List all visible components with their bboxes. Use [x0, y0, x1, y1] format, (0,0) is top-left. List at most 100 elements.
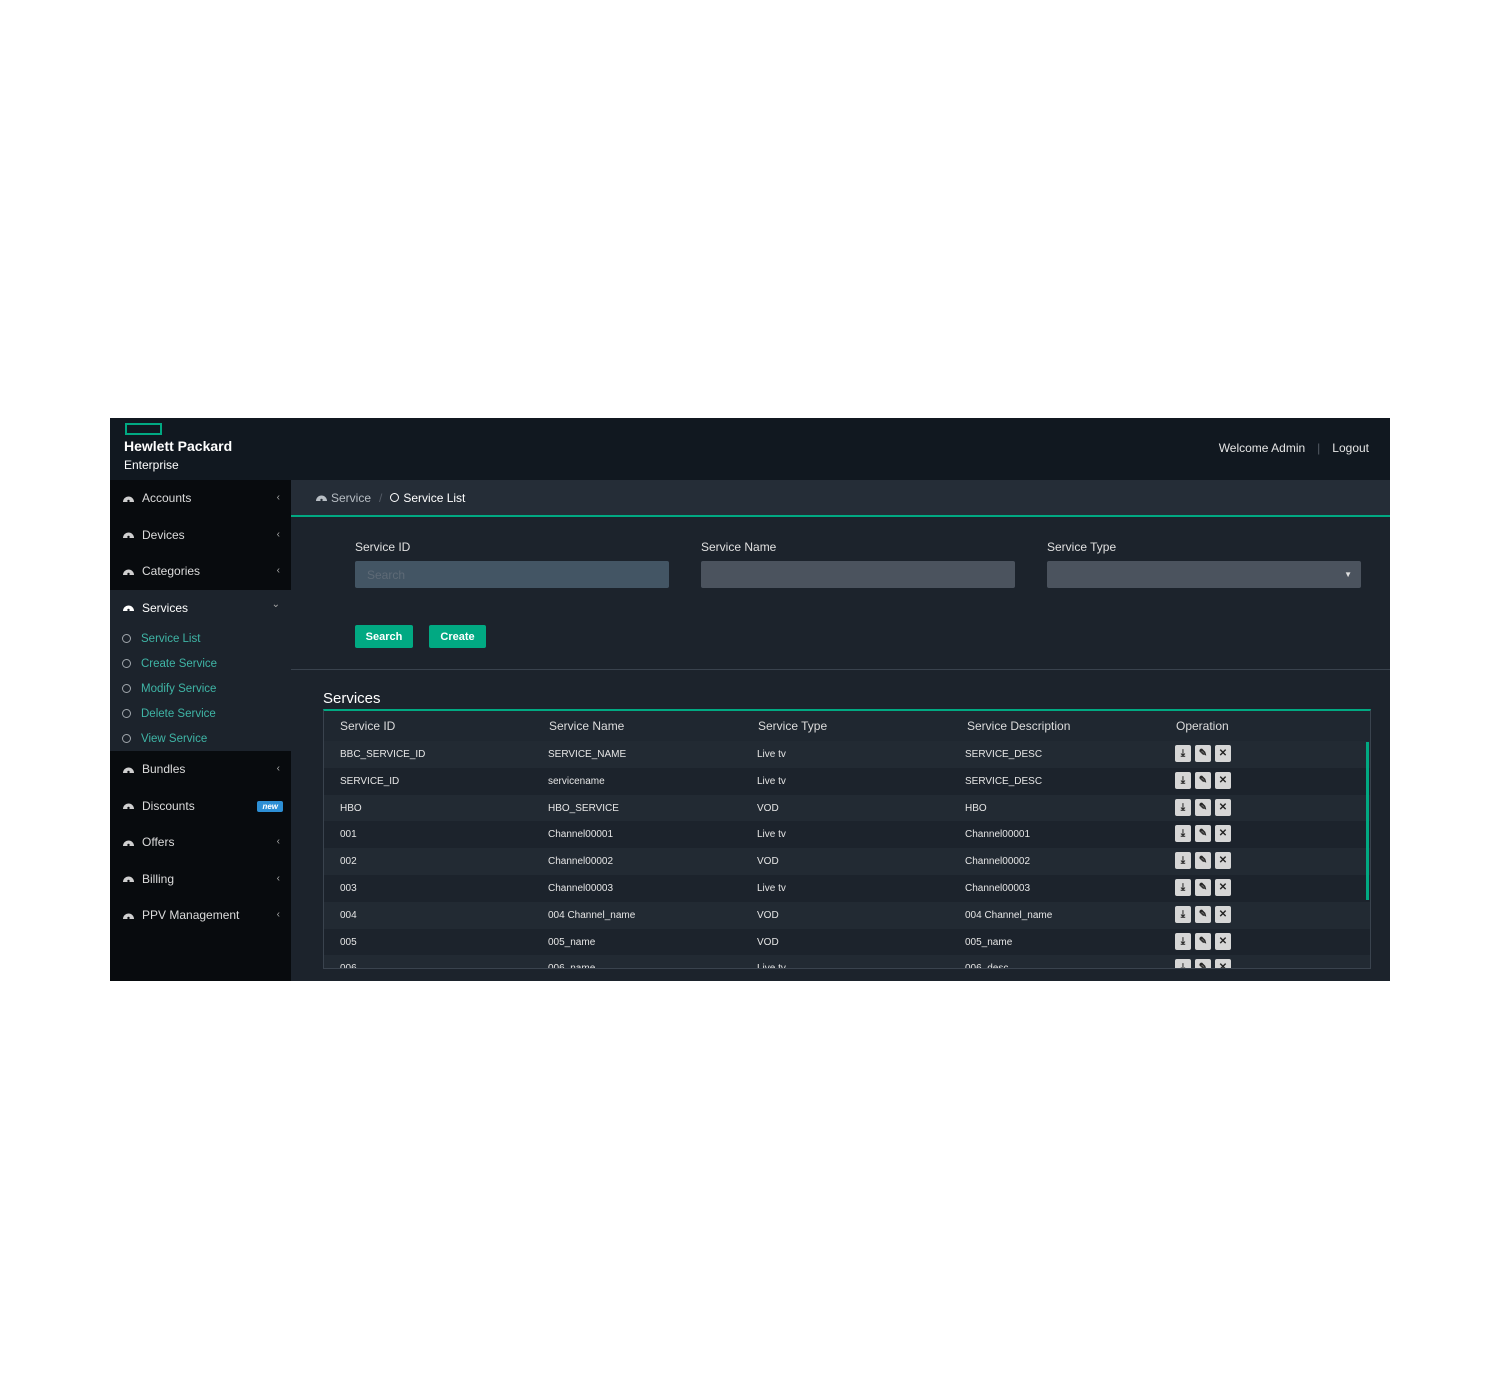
sidebar-item-label: Devices — [142, 527, 185, 542]
cell-service-name: Channel00002 — [548, 856, 614, 868]
service-name-label: Service Name — [701, 540, 777, 554]
dashboard-icon — [316, 495, 327, 502]
edit-icon[interactable]: ✎ — [1195, 905, 1211, 923]
table-row: 002 Channel00002 VOD Channel00002 ⤓ ✎ ✕ — [324, 848, 1370, 875]
submenu-item-view-service[interactable]: View Service — [110, 726, 291, 751]
column-header-service-name[interactable]: Service Name — [549, 719, 624, 733]
chevron-left-icon: ‹ — [276, 872, 280, 884]
download-icon[interactable]: ⤓ — [1175, 798, 1191, 816]
submenu-item-label: View Service — [141, 732, 208, 745]
service-type-label: Service Type — [1047, 540, 1117, 554]
cell-service-type: VOD — [757, 802, 779, 814]
sidebar-item-bundles[interactable]: Bundles ‹ — [110, 751, 291, 788]
cell-service-description: 005_name — [965, 936, 1013, 948]
sidebar-item-billing[interactable]: Billing ‹ — [110, 861, 291, 898]
download-icon[interactable]: ⤓ — [1175, 959, 1191, 968]
download-icon[interactable]: ⤓ — [1175, 932, 1191, 950]
delete-icon[interactable]: ✕ — [1215, 852, 1231, 870]
download-icon[interactable]: ⤓ — [1175, 878, 1191, 896]
row-operations: ⤓ ✎ ✕ — [1175, 745, 1231, 762]
delete-icon[interactable]: ✕ — [1215, 745, 1231, 762]
cell-service-type: VOD — [757, 909, 779, 921]
cell-service-name: SERVICE_NAME — [548, 749, 627, 760]
table-scrollbar[interactable] — [1366, 742, 1369, 900]
breadcrumb-current: Service List — [390, 491, 465, 505]
cell-service-id: 002 — [340, 856, 357, 868]
submenu-item-create-service[interactable]: Create Service — [110, 651, 291, 676]
top-bar: Hewlett Packard Enterprise Welcome Admin… — [110, 418, 1390, 480]
brand-subtitle: Enterprise — [124, 458, 179, 472]
download-icon[interactable]: ⤓ — [1175, 825, 1191, 843]
submenu-item-service-list[interactable]: Service List — [110, 626, 291, 651]
cell-service-type: Live tv — [757, 963, 786, 969]
sidebar-item-label: Accounts — [142, 491, 192, 506]
column-header-service-type[interactable]: Service Type — [758, 719, 827, 733]
cell-service-id: 005 — [340, 936, 357, 948]
delete-icon[interactable]: ✕ — [1215, 798, 1231, 816]
sidebar-item-devices[interactable]: Devices ‹ — [110, 517, 291, 554]
user-area: Welcome Admin | Logout — [1219, 441, 1369, 455]
submenu-item-delete-service[interactable]: Delete Service — [110, 701, 291, 726]
cell-service-name: 006_name — [548, 963, 596, 969]
column-header-service-id[interactable]: Service ID — [340, 719, 395, 733]
delete-icon[interactable]: ✕ — [1215, 905, 1231, 923]
service-name-input[interactable] — [701, 561, 1015, 588]
chevron-left-icon: ‹ — [276, 909, 280, 920]
edit-icon[interactable]: ✎ — [1195, 798, 1211, 816]
create-button[interactable]: Create — [429, 625, 486, 648]
cell-service-id: 006 — [340, 963, 357, 969]
edit-icon[interactable]: ✎ — [1195, 745, 1211, 762]
sidebar-item-label: Services — [142, 600, 189, 615]
cell-service-type: Live tv — [757, 829, 786, 841]
circle-icon — [122, 709, 131, 718]
row-operations: ⤓ ✎ ✕ — [1175, 905, 1231, 923]
sidebar-item-label: Billing — [142, 871, 175, 886]
download-icon[interactable]: ⤓ — [1175, 771, 1191, 789]
cell-service-id: 001 — [340, 829, 357, 841]
hpe-logo-icon — [125, 423, 162, 435]
edit-icon[interactable]: ✎ — [1195, 825, 1211, 843]
section-divider — [291, 669, 1390, 670]
delete-icon[interactable]: ✕ — [1215, 959, 1231, 968]
cell-service-id: SERVICE_ID — [340, 775, 400, 787]
cell-service-name: 004 Channel_name — [548, 909, 636, 921]
breadcrumb-service[interactable]: Service — [315, 491, 371, 505]
dashboard-icon — [123, 605, 134, 612]
submenu-item-modify-service[interactable]: Modify Service — [110, 676, 291, 701]
sidebar-item-services[interactable]: Services ⌄ — [110, 589, 291, 626]
column-header-service-description[interactable]: Service Description — [967, 719, 1070, 733]
sidebar-item-label: Offers — [142, 835, 175, 850]
download-icon[interactable]: ⤓ — [1175, 745, 1191, 762]
edit-icon[interactable]: ✎ — [1195, 771, 1211, 789]
row-operations: ⤓ ✎ ✕ — [1175, 771, 1231, 789]
edit-icon[interactable]: ✎ — [1195, 932, 1211, 950]
delete-icon[interactable]: ✕ — [1215, 878, 1231, 896]
cell-service-description: 004 Channel_name — [965, 909, 1053, 921]
dashboard-icon — [123, 840, 134, 846]
dashboard-icon — [123, 532, 134, 539]
search-button[interactable]: Search — [355, 625, 413, 648]
row-operations: ⤓ ✎ ✕ — [1175, 798, 1231, 816]
submenu-item-label: Delete Service — [141, 707, 216, 720]
circle-icon — [122, 734, 131, 743]
download-icon[interactable]: ⤓ — [1175, 852, 1191, 870]
row-operations: ⤓ ✎ ✕ — [1175, 825, 1231, 843]
service-id-input[interactable] — [355, 561, 669, 588]
sidebar-item-categories[interactable]: Categories ‹ — [110, 553, 291, 590]
sidebar-item-discounts[interactable]: Discounts new — [110, 788, 291, 825]
edit-icon[interactable]: ✎ — [1195, 959, 1211, 968]
sidebar-item-accounts[interactable]: Accounts ‹ — [110, 480, 291, 517]
logout-link[interactable]: Logout — [1332, 441, 1369, 455]
delete-icon[interactable]: ✕ — [1215, 932, 1231, 950]
sidebar-item-offers[interactable]: Offers ‹ — [110, 824, 291, 861]
services-submenu: Service List Create Service Modify Servi… — [110, 626, 291, 751]
delete-icon[interactable]: ✕ — [1215, 771, 1231, 789]
download-icon[interactable]: ⤓ — [1175, 905, 1191, 923]
table-row: 004 004 Channel_name VOD 004 Channel_name ⤓ ✎… — [324, 901, 1370, 929]
service-type-select[interactable]: ▼ — [1047, 561, 1361, 588]
edit-icon[interactable]: ✎ — [1195, 852, 1211, 870]
dashboard-icon — [123, 803, 134, 810]
delete-icon[interactable]: ✕ — [1215, 825, 1231, 843]
edit-icon[interactable]: ✎ — [1195, 878, 1211, 896]
sidebar-item-ppv-management[interactable]: PPV Management ‹ — [110, 897, 291, 934]
